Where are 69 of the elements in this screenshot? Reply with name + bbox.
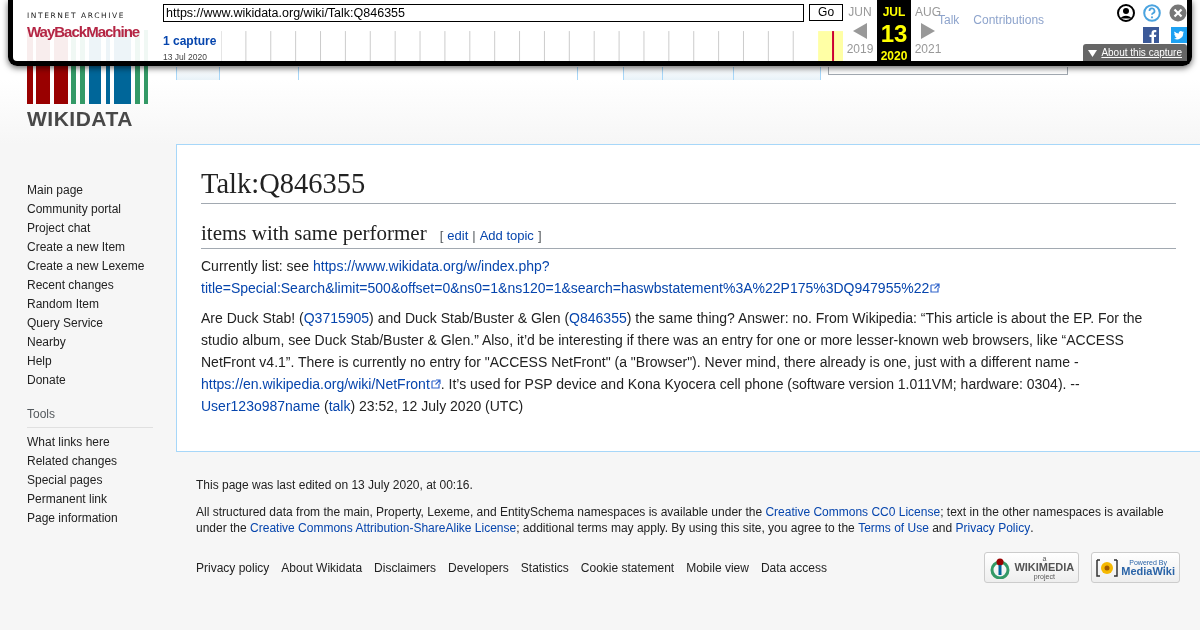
- page-tab[interactable]: [733, 67, 821, 80]
- license-text: All structured data from the main, Property, Lexeme, and EntitySchema namespaces is available under the Creative Commons CC0 License; text in the other namespaces is available under the Creative Commons Attribution-ShareAlike License; additional terms may apply. By using this site, you agree to the Terms of Use and Privacy Policy.: [196, 504, 1165, 536]
- previous-icon[interactable]: [852, 21, 868, 40]
- sidebar-heading: Tools: [27, 405, 153, 428]
- footer-link[interactable]: Cookie statement: [580, 558, 675, 577]
- link[interactable]: User123o987name: [201, 394, 321, 417]
- sidebar-link[interactable]: Permanent link: [27, 490, 176, 509]
- footer-link[interactable]: Mobile view: [686, 558, 749, 577]
- footer-link[interactable]: About Wikidata: [281, 558, 363, 577]
- footer-link[interactable]: Privacy policy: [196, 558, 270, 577]
- sidebar-link[interactable]: What links here: [27, 433, 176, 452]
- caret-icon[interactable]: [1088, 49, 1098, 57]
- capture-date: 13 Jul 2020: [163, 52, 208, 62]
- sidebar-link[interactable]: Help: [27, 352, 176, 371]
- help-icon[interactable]: [1143, 4, 1161, 22]
- next-icon[interactable]: [920, 21, 936, 40]
- footer-link[interactable]: Developers: [448, 558, 509, 577]
- bracket-text: |: [472, 227, 476, 246]
- selected-date[interactable]: JUL 13 2020: [877, 0, 911, 61]
- sidebar-link[interactable]: Main page: [27, 181, 176, 200]
- last-edited-text: This page was last edited on 13 July 2020, at 00:16.: [196, 477, 474, 493]
- section-heading: items with same performer: [201, 221, 427, 247]
- sidebar-link[interactable]: Donate: [27, 371, 176, 390]
- sidebar-link[interactable]: Query Service: [27, 314, 176, 333]
- sidebar-link[interactable]: Nearby: [27, 333, 176, 352]
- sidebar-link[interactable]: Project chat: [27, 219, 176, 238]
- link[interactable]: Terms of Use: [858, 520, 929, 536]
- footer-link[interactable]: Data access: [760, 558, 827, 577]
- go-button[interactable]: Go: [809, 4, 843, 21]
- link[interactable]: Privacy Policy: [955, 520, 1031, 536]
- about-capture-button[interactable]: About this capture: [1083, 44, 1187, 61]
- external-link-icon: [430, 378, 441, 389]
- section-link[interactable]: edit: [447, 226, 469, 246]
- section-link[interactable]: Add topic: [479, 226, 534, 246]
- close-icon[interactable]: [1169, 4, 1187, 22]
- link[interactable]: https://en.wikipedia.org/wiki/NetFront: [201, 372, 441, 395]
- link[interactable]: Q846355: [569, 306, 627, 329]
- sidebar-link[interactable]: Special pages: [27, 471, 176, 490]
- link[interactable]: Q3715905: [303, 306, 370, 329]
- sidebar-link[interactable]: Create a new Item: [27, 238, 176, 257]
- facebook-icon[interactable]: [1143, 27, 1159, 43]
- captures-link[interactable]: 1 capture: [163, 34, 217, 48]
- capture-timeline[interactable]: [221, 31, 843, 61]
- twitter-icon[interactable]: [1171, 27, 1187, 43]
- paragraph: Currently list: see https://www.wikidata.org/w/index.php? title=Special:Search&limit=500&offset=0&ns0=1&ns120=1&search=haswbstatement%3A%22P175%3DQ947955%22: [201, 254, 1176, 299]
- search-field[interactable]: [828, 67, 1068, 75]
- bracket-text: [: [439, 227, 444, 246]
- sidebar-link[interactable]: Related changes: [27, 452, 176, 471]
- sidebar-link[interactable]: Page information: [27, 509, 176, 528]
- page-title: Talk:Q846355: [201, 165, 1176, 205]
- link[interactable]: title=Special:Search&limit=500&offset=0&ns0=1&ns120=1&search=haswbstatement%3A%22P175%3DQ947955%22: [201, 276, 941, 299]
- page-tab[interactable]: [662, 67, 734, 80]
- sidebar-link[interactable]: Community portal: [27, 200, 176, 219]
- logo-wordmark[interactable]: WIKIDATA: [27, 108, 176, 129]
- paragraph: Are Duck Stab! (Q3715905) and Duck Stab/Buster & Glen (Q846355) the same thing? Answer: no. From Wikipedia: “This article is about the EP. For the studio album, see Duck Stab/Buster & Glen.” Also, it’d be interesting if there was an entry for one or more lesser-known web browsers, like “ACCESS NetFront v4.1”. There is currently no entry for "ACCESS NetFront" (a "Browser"). Never mind, there already is one, just with a different name - https://en.wikipedia.org/wiki/NetFront . It’s used for PSP device and Kona Kyocera cell phone (software version 1.011VM; hardware: 0304). -- User123o987name (talk) 23:52, 12 July 2020 (UTC): [201, 306, 1176, 417]
- sidebar-link[interactable]: Random Item: [27, 295, 176, 314]
- link[interactable]: talk: [328, 394, 351, 417]
- sidebar-link[interactable]: Create a new Lexeme: [27, 257, 176, 276]
- link[interactable]: https://www.wikidata.org/w/index.php?: [313, 254, 550, 277]
- sidebar-link[interactable]: Recent changes: [27, 276, 176, 295]
- user-icon[interactable]: [1117, 4, 1135, 22]
- footer-link[interactable]: Disclaimers: [374, 558, 437, 577]
- url-field[interactable]: https://www.wikidata.org/wiki/Talk:Q846355: [163, 4, 805, 22]
- bracket-text: ]: [537, 227, 542, 246]
- footer-link[interactable]: Statistics: [520, 558, 569, 577]
- external-link-icon: [930, 282, 941, 293]
- wayback-logo[interactable]: WayBackMachine: [27, 21, 140, 41]
- page-tab[interactable]: [623, 67, 663, 80]
- page-tab[interactable]: [176, 67, 220, 80]
